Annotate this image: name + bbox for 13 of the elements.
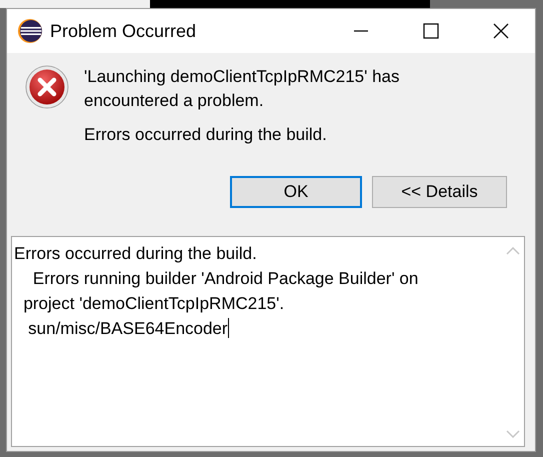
error-icon — [25, 65, 69, 109]
details-line: project 'demoClientTcpIpRMC215'. — [22, 293, 284, 315]
error-message: 'Launching demoClientTcpIpRMC215' has encountered a problem. — [84, 66, 401, 112]
details-line: Errors occurred during the build. — [14, 243, 257, 265]
close-icon[interactable] — [493, 23, 509, 39]
error-summary: Errors occurred during the build. — [84, 124, 328, 146]
details-line: sun/misc/BASE64Encoder — [14, 316, 229, 341]
app-icon — [17, 18, 43, 44]
maximize-icon[interactable] — [423, 23, 439, 39]
details-button[interactable]: << Details — [372, 176, 507, 208]
window-title: Problem Occurred — [50, 20, 196, 42]
ok-button[interactable]: OK — [230, 176, 362, 208]
details-line: Errors running builder 'Android Package Builder' on — [32, 268, 418, 290]
